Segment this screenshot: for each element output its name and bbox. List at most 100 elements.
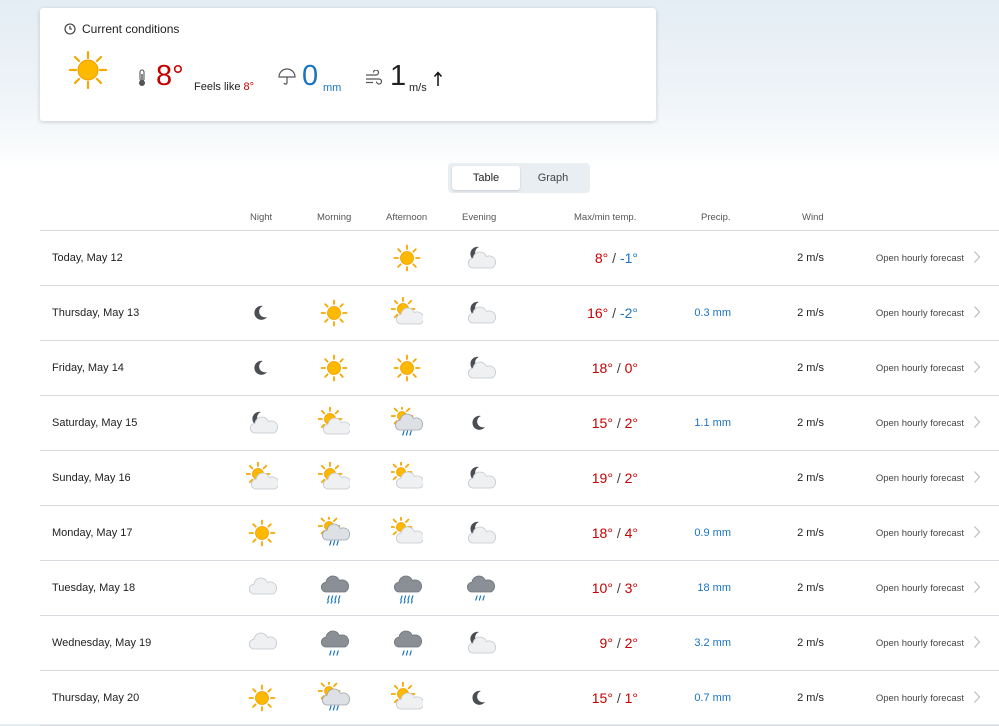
min-temp: 4° <box>624 525 638 541</box>
cloud-icon <box>246 627 278 659</box>
open-hourly-forecast-link[interactable]: Open hourly forecast <box>876 308 964 319</box>
sun-cloud-rain-icon <box>317 514 350 549</box>
wind-value: 2 m/s <box>797 362 824 374</box>
chevron-right-icon[interactable] <box>973 690 981 709</box>
chevron-right-icon[interactable] <box>973 580 981 599</box>
wind-value: 2 m/s <box>797 692 824 704</box>
moon-cloud-icon <box>464 517 496 549</box>
column-header-night: Night <box>250 212 273 223</box>
moon-icon <box>464 682 496 714</box>
sun-icon <box>391 242 423 274</box>
max-temp: 15° <box>591 415 613 431</box>
wind-value: 2 m/s <box>797 527 824 539</box>
sun-icon <box>246 682 278 714</box>
min-temp: 0° <box>624 360 638 376</box>
forecast-row[interactable]: Today, May 12 8° / -1° 2 m/s Open hourly fo… <box>40 231 999 285</box>
forecast-row[interactable]: Saturday, May 15 15° / 2° 1.1 mm 2 m/s Open … <box>40 396 999 450</box>
chevron-right-icon[interactable] <box>973 360 981 379</box>
forecast-row[interactable]: Wednesday, May 19 9° / 2° 3.2 mm 2 m/s Open … <box>40 616 999 670</box>
tab-table[interactable]: Table <box>452 166 520 190</box>
forecast-row[interactable]: Tuesday, May 18 10° / 3° 18 mm 2 m/s Open ho… <box>40 561 999 615</box>
chevron-right-icon[interactable] <box>973 525 981 544</box>
open-hourly-forecast-link[interactable]: Open hourly forecast <box>876 253 964 264</box>
max-temp: 8° <box>594 250 609 266</box>
maxmin-temp: 15° / 2° <box>592 415 638 431</box>
moon-icon <box>246 352 278 384</box>
maxmin-temp: 8° / -1° <box>595 250 638 266</box>
open-hourly-forecast-link[interactable]: Open hourly forecast <box>876 473 964 484</box>
chevron-right-icon[interactable] <box>973 635 981 654</box>
maxmin-temp: 18° / 4° <box>592 525 638 541</box>
current-precip-unit: mm <box>323 82 342 94</box>
moon-icon <box>246 297 278 329</box>
forecast-row[interactable]: Sunday, May 16 19° / 2° 2 m/s Open hourly f… <box>40 451 999 505</box>
moon-icon <box>464 407 496 439</box>
chevron-right-icon[interactable] <box>973 415 981 434</box>
forecast-row[interactable]: Friday, May 14 18° / 0° 2 m/s Open hourly f… <box>40 341 999 395</box>
max-temp: 18° <box>591 360 613 376</box>
feels-like-value: 8° <box>243 81 255 93</box>
forecast-date: Thursday, May 20 <box>52 692 140 704</box>
sun-icon <box>68 50 108 95</box>
moon-cloud-icon <box>246 407 278 439</box>
sun-cloud-icon <box>390 681 424 714</box>
chevron-right-icon[interactable] <box>973 250 981 269</box>
chevron-right-icon[interactable] <box>973 305 981 324</box>
open-hourly-forecast-link[interactable]: Open hourly forecast <box>876 638 964 649</box>
moon-cloud-icon <box>464 242 496 274</box>
open-hourly-forecast-link[interactable]: Open hourly forecast <box>876 693 964 704</box>
precip-value: 0.3 mm <box>694 307 731 319</box>
precip-value: 0.9 mm <box>694 527 731 539</box>
max-temp: 9° <box>599 635 613 651</box>
current-conditions-title: Current conditions <box>64 22 179 36</box>
tab-graph[interactable]: Graph <box>520 166 586 190</box>
forecast-date: Saturday, May 15 <box>52 417 138 429</box>
temp-separator: / <box>612 635 625 651</box>
maxmin-temp: 9° / 2° <box>600 635 638 651</box>
min-temp: 1° <box>624 690 638 706</box>
min-temp: -1° <box>619 250 638 266</box>
sun-icon <box>318 352 350 384</box>
moon-cloud-icon <box>464 352 496 384</box>
open-hourly-forecast-link[interactable]: Open hourly forecast <box>876 528 964 539</box>
max-temp: 19° <box>591 470 613 486</box>
sun-cloud-icon <box>390 296 424 329</box>
sun-icon <box>391 352 423 384</box>
open-hourly-forecast-link[interactable]: Open hourly forecast <box>876 418 964 429</box>
wind-value: 2 m/s <box>797 637 824 649</box>
column-header-precip: Precip. <box>701 212 731 223</box>
maxmin-temp: 18° / 0° <box>592 360 638 376</box>
wind-value: 2 m/s <box>797 307 824 319</box>
sun-icon <box>318 297 350 329</box>
current-wind-value: 1 <box>390 60 407 92</box>
sun-cloud-icon <box>317 461 351 494</box>
sun-cloud-icon <box>245 461 279 494</box>
moon-cloud-icon <box>464 627 496 659</box>
chevron-right-icon[interactable] <box>973 470 981 489</box>
wind-value: 2 m/s <box>797 417 824 429</box>
temp-separator: / <box>612 415 625 431</box>
temp-separator: / <box>612 360 625 376</box>
precip-value: 3.2 mm <box>694 637 731 649</box>
maxmin-temp: 16° / -2° <box>587 305 638 321</box>
clock-icon <box>64 23 76 35</box>
forecast-row[interactable]: Monday, May 17 18° / 4° 0.9 mm 2 m/s Open ho… <box>40 506 999 560</box>
cloud-rain-icon <box>464 572 496 604</box>
forecast-row[interactable]: Thursday, May 13 16° / -2° 0.3 mm 2 m/s Open… <box>40 286 999 340</box>
maxmin-temp: 10° / 3° <box>592 580 638 596</box>
column-header-maxmin-temp: Max/min temp. <box>574 212 637 223</box>
max-temp: 15° <box>591 690 613 706</box>
precip-value: 18 mm <box>697 582 731 594</box>
sun-cloud-light-icon <box>389 460 424 494</box>
forecast-row[interactable]: Thursday, May 20 15° / 1° 0.7 mm 2 m/s Open … <box>40 671 999 725</box>
max-temp: 10° <box>591 580 613 596</box>
forecast-date: Thursday, May 13 <box>52 307 140 319</box>
forecast-date: Friday, May 14 <box>52 362 124 374</box>
current-wind-unit: m/s <box>409 82 427 94</box>
cloud-heavy-rain-icon <box>391 572 423 604</box>
open-hourly-forecast-link[interactable]: Open hourly forecast <box>876 583 964 594</box>
moon-cloud-icon <box>464 462 496 494</box>
thermometer-icon <box>137 69 147 92</box>
maxmin-temp: 19° / 2° <box>592 470 638 486</box>
open-hourly-forecast-link[interactable]: Open hourly forecast <box>876 363 964 374</box>
